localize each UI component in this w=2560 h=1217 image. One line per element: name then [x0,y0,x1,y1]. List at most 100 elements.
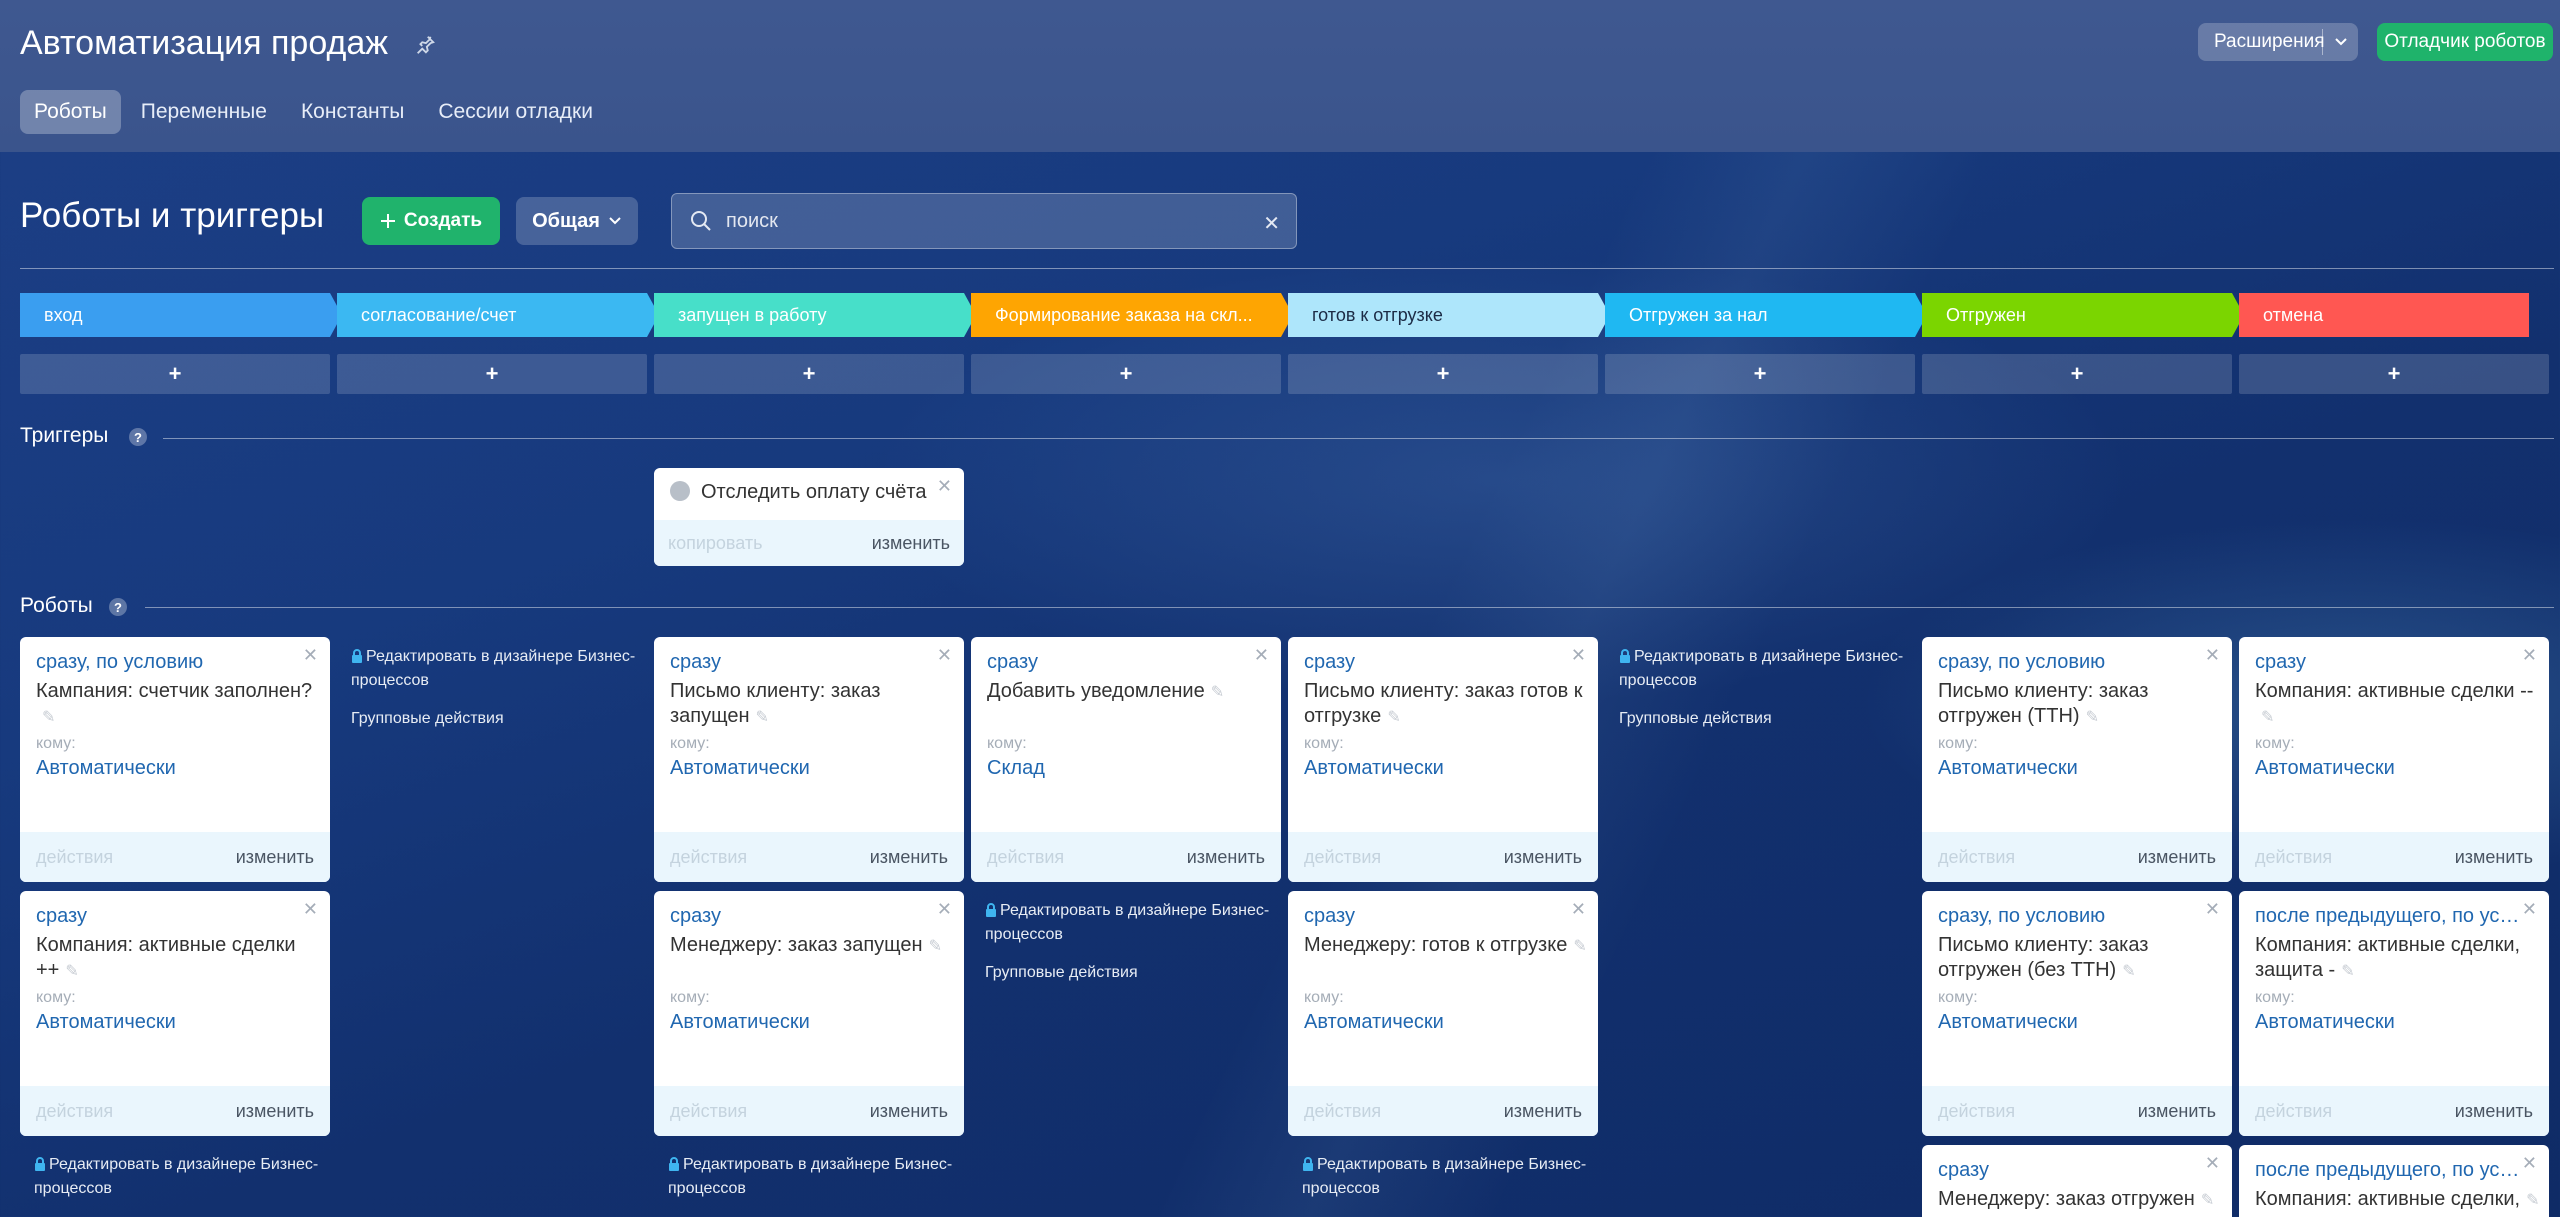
trigger-card[interactable]: Отследить оплату счёта ✕ копировать изме… [654,468,964,566]
recipient-value[interactable]: Автоматически [36,757,176,780]
actions-link[interactable]: действия [670,1101,747,1122]
add-robot-button[interactable]: + [337,354,647,394]
pencil-icon[interactable]: ✎ [42,705,55,730]
robot-card[interactable]: ✕ сразу, по условию Письмо клиенту: заказ … [1922,891,2232,1136]
group-actions-link[interactable]: Групповые действия [351,710,504,728]
robot-card[interactable]: ✕ сразу Добавить уведомление ✎ кому: Склад дей… [971,637,1281,882]
tab-variables[interactable]: Переменные [127,90,281,134]
edit-link[interactable]: изменить [2455,847,2533,868]
robot-card[interactable]: ✕ сразу Менеджеру: заказ отгружен ✎ [1922,1145,2232,1217]
stage-column-header[interactable]: Формирование заказа на скл... [971,293,1293,337]
stage-column-header[interactable]: Отгружен за нал [1605,293,1927,337]
robot-card[interactable]: ✕ сразу Компания: активные сделки ++ ✎ кому:… [20,891,330,1136]
group-actions-link[interactable]: Групповые действия [985,964,1138,982]
robot-timing[interactable]: сразу [1304,651,1574,674]
extensions-button[interactable]: Расширения [2198,23,2358,61]
actions-link[interactable]: действия [36,1101,113,1122]
recipient-value[interactable]: Автоматически [1304,757,1444,780]
bp-designer-link[interactable]: Редактировать в дизайнере Бизнес-процесс… [1619,646,1909,692]
robot-card[interactable]: ✕ сразу Менеджеру: готов к отгрузке ✎ кому: А… [1288,891,1598,1136]
add-robot-button[interactable]: + [654,354,964,394]
edit-link[interactable]: изменить [870,1101,948,1122]
robot-timing[interactable]: сразу [670,651,940,674]
group-actions-link[interactable]: Групповые действия [1619,710,1772,728]
edit-link[interactable]: изменить [236,847,314,868]
pencil-icon[interactable]: ✎ [2341,959,2354,984]
recipient-value[interactable]: Автоматически [1304,1011,1444,1034]
edit-link[interactable]: изменить [2138,1101,2216,1122]
add-robot-button[interactable]: + [1922,354,2232,394]
actions-link[interactable]: действия [36,847,113,868]
pencil-icon[interactable]: ✎ [1211,680,1224,705]
tab-debug-sessions[interactable]: Сессии отладки [424,90,607,134]
edit-link[interactable]: изменить [872,533,950,554]
create-button[interactable]: Создать [362,197,500,245]
robot-card[interactable]: ✕ сразу, по условию Кампания: счетчик запо… [20,637,330,882]
add-robot-button[interactable]: + [20,354,330,394]
robot-timing[interactable]: сразу, по условию [36,651,306,674]
edit-link[interactable]: изменить [1187,847,1265,868]
clear-search-icon[interactable]: ✕ [1263,211,1280,236]
robot-debugger-button[interactable]: Отладчик роботов [2377,23,2553,61]
robot-card[interactable]: ✕ сразу Компания: активные сделки --✎ кому:… [2239,637,2549,882]
recipient-value[interactable]: Склад [987,757,1045,780]
pencil-icon[interactable]: ✎ [2261,705,2274,730]
stage-column-header[interactable]: согласование/счет [337,293,659,337]
pencil-icon[interactable]: ✎ [1387,705,1400,730]
robot-timing[interactable]: сразу [1938,1159,2208,1182]
robot-card[interactable]: ✕ сразу Письмо клиенту: заказ готов к отгр… [1288,637,1598,882]
add-robot-button[interactable]: + [971,354,1281,394]
stage-column-header[interactable]: готов к отгрузке [1288,293,1610,337]
actions-link[interactable]: действия [670,847,747,868]
pencil-icon[interactable]: ✎ [2122,959,2135,984]
chevron-down-icon[interactable] [2323,37,2358,47]
pencil-icon[interactable]: ✎ [929,934,942,959]
general-dropdown[interactable]: Общая [516,197,638,245]
pencil-icon[interactable]: ✎ [2086,705,2099,730]
close-icon[interactable]: ✕ [937,476,952,497]
stage-column-header[interactable]: Отгружен [1922,293,2244,337]
actions-link[interactable]: действия [2255,1101,2332,1122]
robot-timing[interactable]: сразу [987,651,1257,674]
robot-card[interactable]: ✕ сразу, по условию Письмо клиенту: заказ … [1922,637,2232,882]
actions-link[interactable]: действия [1938,847,2015,868]
robot-timing[interactable]: сразу, по условию [1938,651,2208,674]
recipient-value[interactable]: Автоматически [2255,757,2395,780]
edit-link[interactable]: изменить [1504,1101,1582,1122]
actions-link[interactable]: действия [1304,1101,1381,1122]
pencil-icon[interactable]: ✎ [2201,1188,2214,1213]
recipient-value[interactable]: Автоматически [1938,1011,2078,1034]
actions-link[interactable]: действия [1304,847,1381,868]
bp-designer-link[interactable]: Редактировать в дизайнере Бизнес-процесс… [985,900,1275,946]
robot-card[interactable]: ✕ после предыдущего, по усло... Компания: … [2239,1145,2549,1217]
add-robot-button[interactable]: + [1288,354,1598,394]
robot-timing[interactable]: сразу [1304,905,1574,928]
add-robot-button[interactable]: + [1605,354,1915,394]
recipient-value[interactable]: Автоматически [1938,757,2078,780]
recipient-value[interactable]: Автоматически [36,1011,176,1034]
stage-column-header[interactable]: запущен в работу [654,293,976,337]
pencil-icon[interactable]: ✎ [756,705,769,730]
bp-designer-link[interactable]: Редактировать в дизайнере Бизнес-процесс… [351,646,641,692]
actions-link[interactable]: действия [987,847,1064,868]
pencil-icon[interactable]: ✎ [2526,1188,2539,1213]
actions-link[interactable]: действия [2255,847,2332,868]
robot-card[interactable]: ✕ сразу Менеджеру: заказ запущен ✎ кому: Авто… [654,891,964,1136]
tab-robots[interactable]: Роботы [20,90,121,134]
pencil-icon[interactable]: ✎ [1573,934,1586,959]
recipient-value[interactable]: Автоматически [670,1011,810,1034]
edit-link[interactable]: изменить [1504,847,1582,868]
stage-column-header[interactable]: отмена [2239,293,2529,337]
bp-designer-link[interactable]: Редактировать в дизайнере Бизнес-процесс… [34,1154,324,1200]
robot-timing[interactable]: после предыдущего, по усло... [2255,1159,2525,1182]
robot-timing[interactable]: сразу, по условию [1938,905,2208,928]
pencil-icon[interactable]: ✎ [65,959,78,984]
edit-link[interactable]: изменить [2138,847,2216,868]
robot-timing[interactable]: сразу [670,905,940,928]
robot-card[interactable]: ✕ после предыдущего, по усло... Компания: … [2239,891,2549,1136]
robot-timing[interactable]: сразу [2255,651,2525,674]
search-input[interactable] [726,194,1246,248]
add-robot-button[interactable]: + [2239,354,2549,394]
robot-card[interactable]: ✕ сразу Письмо клиенту: заказ запущен ✎ кому… [654,637,964,882]
help-icon[interactable]: ? [129,428,147,446]
